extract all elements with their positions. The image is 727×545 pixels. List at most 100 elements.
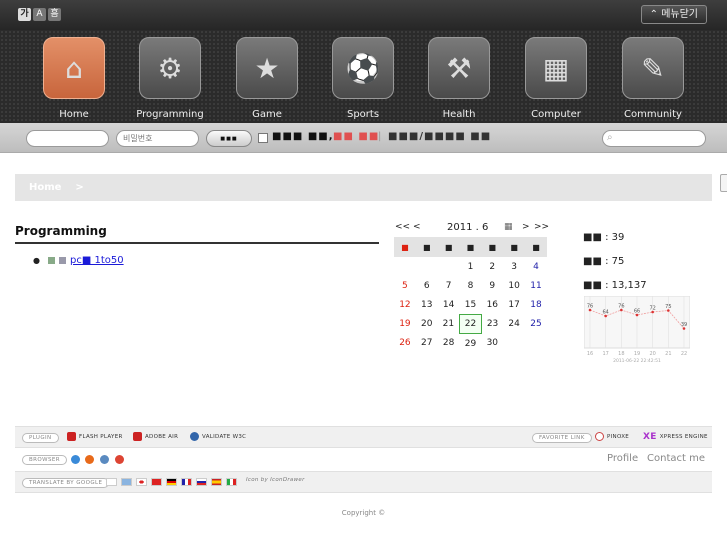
calendar-day[interactable]: 24	[503, 315, 525, 334]
calendar-day[interactable]: 15	[460, 295, 482, 314]
calendar-day[interactable]: 21	[438, 315, 460, 334]
nav-item-computer[interactable]: ▦ Computer	[517, 37, 595, 120]
calendar-day[interactable]: 7	[438, 276, 460, 295]
flag-russia-icon[interactable]	[196, 478, 207, 486]
calendar-day[interactable]: 27	[416, 334, 438, 353]
keep-login-checkbox[interactable]	[258, 133, 268, 143]
password-input[interactable]	[116, 130, 199, 147]
side-tab[interactable]	[720, 174, 727, 192]
save-icon	[58, 257, 66, 264]
nav-item-community[interactable]: ✎ Community	[614, 37, 692, 120]
prev-year-button[interactable]: <<	[395, 222, 410, 232]
keep-login-label: ■■■ ■■,	[272, 131, 334, 142]
pinoxe-link[interactable]: PINOXE	[595, 432, 629, 441]
calendar-day[interactable]: 22	[459, 314, 482, 335]
icon-credit: Icon by IconDrawer	[246, 477, 305, 483]
nav-item-game[interactable]: ★ Game	[228, 37, 306, 120]
xe-link[interactable]: XE XPRESS ENGINE	[643, 432, 708, 442]
flag-korean-icon[interactable]	[106, 478, 117, 486]
login-button[interactable]: ■■■	[206, 130, 252, 147]
calendar-day[interactable]: 20	[416, 315, 438, 334]
next-month-button[interactable]: >	[522, 222, 530, 232]
top-bar: 가 A 흠 ⌃ 메뉴닫기	[0, 0, 727, 30]
flag-japan-icon[interactable]	[136, 478, 147, 486]
nav-item-health[interactable]: ⚒ Health	[420, 37, 498, 120]
document-link[interactable]: pc■ 1to50	[70, 255, 124, 266]
next-year-button[interactable]: >>	[534, 222, 549, 232]
calendar-day[interactable]: 14	[438, 295, 460, 314]
calendar-day[interactable]: 12	[394, 295, 416, 314]
calendar-day[interactable]: 8	[460, 276, 482, 295]
contact-link[interactable]: Contact me	[647, 453, 705, 464]
search-input[interactable]	[602, 130, 706, 147]
chart-tick-label: 21	[665, 351, 671, 357]
calendar-weekday: ■	[459, 237, 482, 257]
calendar-day[interactable]: 26	[394, 334, 416, 353]
flash-player-link[interactable]: FLASH PLAYER	[67, 432, 123, 441]
login-bar: ■■■ ■■■ ■■, ■■ ■■ | ■■■/■■■■ ■■ ⌕	[0, 123, 727, 153]
flag-china-icon[interactable]	[151, 478, 162, 486]
copyright: Copyright ©	[341, 509, 386, 517]
font-size-large-button[interactable]: 가	[18, 8, 31, 21]
calendar-day[interactable]: 3	[503, 257, 525, 276]
flag-un-icon[interactable]	[121, 478, 132, 486]
list-item: ● pc■ 1to50	[33, 255, 124, 266]
w3c-icon	[190, 432, 199, 441]
calendar-day[interactable]: 25	[525, 315, 547, 334]
air-icon	[133, 432, 142, 441]
calendar-day[interactable]: 11	[525, 276, 547, 295]
find-account-link[interactable]: ■■■/■■■■ ■■	[388, 131, 491, 142]
gears-icon: ⚙	[139, 37, 201, 99]
chrome-icon[interactable]	[115, 455, 124, 464]
nav-item-home[interactable]: ⌂ Home	[35, 37, 113, 120]
calendar-icon[interactable]: ▦	[504, 222, 513, 232]
w3c-label: VALIDATE W3C	[202, 433, 247, 440]
ie-icon[interactable]	[71, 455, 80, 464]
air-label: ADOBE AIR	[145, 433, 179, 440]
font-size-small-button[interactable]: 흠	[48, 8, 61, 21]
adobe-air-link[interactable]: ADOBE AIR	[133, 432, 178, 441]
calendar-day[interactable]: 28	[438, 334, 460, 353]
nav-item-programming[interactable]: ⚙ Programming	[131, 37, 209, 120]
calendar-day[interactable]: 29	[460, 334, 482, 353]
pinoxe-icon	[595, 432, 604, 441]
calendar-day[interactable]: 18	[525, 295, 547, 314]
dumbbell-icon: ⚒	[428, 37, 490, 99]
firefox-icon[interactable]	[85, 455, 94, 464]
calendar-day[interactable]: 16	[481, 295, 503, 314]
calendar-day[interactable]: 4	[525, 257, 547, 276]
divider: |	[378, 131, 383, 142]
calendar-header: << < 2011 . 6 ▦ > >>	[393, 222, 549, 236]
flag-france-icon[interactable]	[181, 478, 192, 486]
visitor-total: ■■ : 13,137	[583, 280, 647, 291]
nav-item-sports[interactable]: ⚽ Sports	[324, 37, 402, 120]
calendar-day[interactable]: 5	[394, 276, 416, 295]
calendar-day[interactable]: 23	[481, 315, 503, 334]
calendar-day[interactable]: 17	[503, 295, 525, 314]
prev-month-button[interactable]: <	[413, 222, 421, 232]
menu-close-button[interactable]: ⌃ 메뉴닫기	[640, 5, 707, 24]
calendar-day[interactable]: 10	[503, 276, 525, 295]
calendar-day[interactable]: 19	[394, 315, 416, 334]
nav-label: Computer	[531, 109, 581, 120]
w3c-link[interactable]: VALIDATE W3C	[190, 432, 246, 441]
starcraft-icon: ★	[236, 37, 298, 99]
font-size-medium-button[interactable]: A	[33, 8, 46, 21]
safari-icon[interactable]	[100, 455, 109, 464]
flag-spain-icon[interactable]	[211, 478, 222, 486]
calendar-day[interactable]: 1	[460, 257, 482, 276]
calendar-day[interactable]: 13	[416, 295, 438, 314]
profile-link[interactable]: Profile	[607, 453, 638, 464]
calendar-day	[438, 257, 460, 276]
calendar-day[interactable]: 30	[481, 334, 503, 353]
flag-italy-icon[interactable]	[226, 478, 237, 486]
flag-germany-icon[interactable]	[166, 478, 177, 486]
calendar-day[interactable]: 6	[416, 276, 438, 295]
calendar-day[interactable]: 9	[481, 276, 503, 295]
calendar-day	[394, 257, 416, 276]
user-id-input[interactable]	[26, 130, 109, 147]
title-divider	[15, 242, 379, 244]
breadcrumb-home-link[interactable]: Home	[29, 182, 61, 193]
calendar-day[interactable]: 2	[481, 257, 503, 276]
join-link[interactable]: ■■ ■■	[333, 131, 379, 142]
